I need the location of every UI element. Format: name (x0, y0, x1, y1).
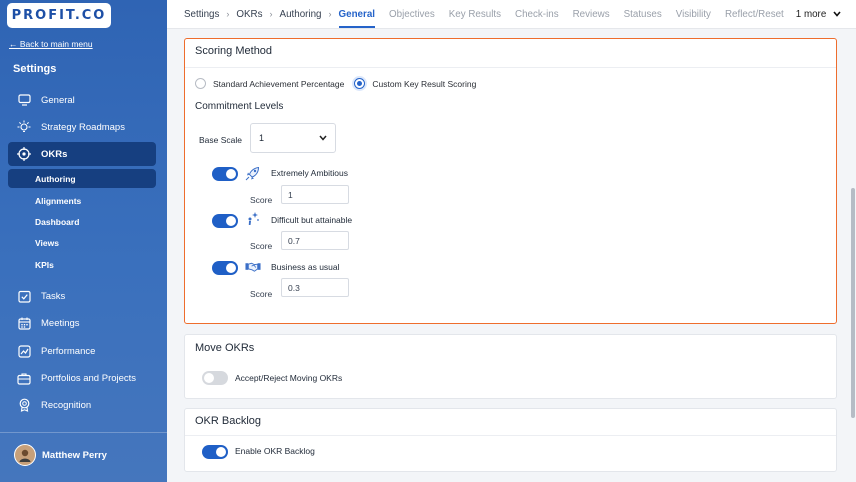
more-tabs-dropdown[interactable]: 1 more (796, 9, 841, 20)
custom-kr-scoring-label[interactable]: Custom Key Result Scoring (372, 79, 476, 89)
tab-reflect-reset[interactable]: Reflect/Reset (725, 9, 784, 20)
user-name: Matthew Perry (42, 449, 107, 461)
chevron-down-icon (833, 10, 841, 17)
score-label: Score (250, 195, 273, 205)
profitco-logo[interactable]: PROFIT.CO (7, 3, 111, 28)
handshake-icon (245, 260, 261, 274)
enable-okr-backlog-label: Enable OKR Backlog (235, 446, 315, 456)
sidebar-item-label: OKRs (41, 148, 68, 160)
accept-reject-moving-label: Accept/Reject Moving OKRs (235, 373, 343, 383)
breadcrumb-authoring[interactable]: Authoring (280, 9, 322, 20)
sidebar-item-performance[interactable]: Performance (8, 339, 156, 363)
okr-backlog-title: OKR Backlog (195, 415, 262, 427)
avatar (14, 444, 36, 466)
sidebar-item-label: Portfolios and Projects (41, 372, 137, 384)
sidebar-item-meetings[interactable]: Meetings (8, 311, 156, 335)
settings-tabbar: Settings › OKRs › Authoring › General Ob… (167, 0, 856, 29)
tab-general[interactable]: General (338, 9, 375, 28)
breadcrumb-settings[interactable]: Settings (184, 9, 219, 20)
base-scale-value: 1 (259, 133, 265, 143)
sidebar-item-label: Strategy Roadmaps (41, 121, 125, 133)
scoring-options: Standard Achievement Percentage Custom K… (195, 78, 476, 89)
sidebar-item-label: Meetings (41, 317, 80, 329)
tab-check-ins[interactable]: Check-ins (515, 9, 559, 20)
scoring-method-panel: Scoring Method Standard Achievement Perc… (184, 38, 837, 324)
sidebar-subitem-alignments[interactable]: Alignments (8, 191, 156, 210)
extremely-ambitious-toggle[interactable] (212, 167, 238, 181)
level-name-difficult-attainable: Difficult but attainable (271, 215, 353, 225)
breadcrumb-separator: › (226, 9, 230, 19)
sidebar-divider (0, 432, 167, 433)
sidebar-item-tasks[interactable]: Tasks (8, 284, 156, 308)
commitment-levels-heading: Commitment Levels (195, 101, 284, 112)
panel-divider (185, 67, 836, 68)
sidebar-item-okrs[interactable]: OKRs (8, 142, 156, 166)
difficult-attainable-score-input[interactable]: 0.7 (281, 231, 349, 250)
award-icon (17, 398, 31, 412)
sparkle-person-icon (245, 212, 261, 226)
breadcrumb-separator: › (328, 9, 332, 19)
sidebar-title: Settings (13, 63, 57, 75)
base-scale-label: Base Scale (199, 135, 242, 145)
sidebar-item-label: Tasks (41, 290, 66, 302)
sidebar-item-general[interactable]: General (8, 88, 156, 112)
tab-statuses[interactable]: Statuses (624, 9, 662, 20)
user-profile[interactable]: Matthew Perry (14, 444, 107, 466)
standard-achievement-label[interactable]: Standard Achievement Percentage (213, 79, 344, 89)
target-icon (17, 147, 31, 161)
sidebar-item-portfolios[interactable]: Portfolios and Projects (8, 366, 156, 390)
chevron-down-icon (319, 135, 327, 141)
score-label: Score (250, 289, 273, 299)
tab-reviews[interactable]: Reviews (573, 9, 610, 20)
sidebar-item-label: Performance (41, 345, 96, 357)
scrollbar[interactable] (851, 188, 855, 418)
sidebar-item-label: Recognition (41, 399, 92, 411)
sidebar-subitem-kpis[interactable]: KPIs (8, 255, 156, 274)
sidebar-subitem-dashboard[interactable]: Dashboard (8, 212, 156, 231)
checkbox-icon (17, 289, 31, 303)
calendar-icon (17, 316, 31, 330)
logo-text: PROFIT.CO (11, 8, 107, 23)
scoring-method-title: Scoring Method (195, 45, 273, 57)
monitor-icon (17, 93, 31, 107)
trend-icon (17, 344, 31, 358)
sidebar: PROFIT.CO ← Back to main menu Settings G… (0, 0, 167, 482)
tab-visibility[interactable]: Visibility (676, 9, 711, 20)
sidebar-subitem-authoring[interactable]: Authoring (8, 169, 156, 188)
rocket-icon (245, 166, 261, 180)
level-name-business-as-usual: Business as usual (271, 262, 340, 272)
extremely-ambitious-score-input[interactable]: 1 (281, 185, 349, 204)
more-tabs-label: 1 more (795, 8, 827, 20)
sidebar-item-recognition[interactable]: Recognition (8, 393, 156, 417)
breadcrumb-separator: › (269, 9, 273, 19)
accept-reject-moving-toggle[interactable] (202, 371, 228, 385)
level-name-extremely-ambitious: Extremely Ambitious (271, 168, 348, 178)
enable-okr-backlog-toggle[interactable] (202, 445, 228, 459)
custom-kr-scoring-radio[interactable] (354, 78, 366, 89)
base-scale-select[interactable]: 1 (250, 123, 336, 153)
briefcase-icon (17, 371, 31, 385)
sidebar-item-label: General (41, 94, 75, 106)
panel-divider (185, 435, 836, 436)
breadcrumb-okrs[interactable]: OKRs (236, 9, 262, 20)
sidebar-subitem-views[interactable]: Views (8, 233, 156, 252)
back-to-main-menu-link[interactable]: ← Back to main menu (9, 39, 93, 49)
okr-backlog-panel: OKR Backlog Enable OKR Backlog (184, 408, 837, 472)
business-as-usual-score-input[interactable]: 0.3 (281, 278, 349, 297)
standard-achievement-radio[interactable] (195, 78, 206, 89)
difficult-attainable-toggle[interactable] (212, 214, 238, 228)
business-as-usual-toggle[interactable] (212, 261, 238, 275)
tab-key-results[interactable]: Key Results (449, 9, 501, 20)
bulb-icon (17, 120, 31, 134)
move-okrs-title: Move OKRs (195, 342, 255, 354)
sidebar-item-strategy-roadmaps[interactable]: Strategy Roadmaps (8, 115, 156, 139)
score-label: Score (250, 241, 273, 251)
move-okrs-panel: Move OKRs Accept/Reject Moving OKRs (184, 334, 837, 399)
tab-objectives[interactable]: Objectives (389, 9, 435, 20)
